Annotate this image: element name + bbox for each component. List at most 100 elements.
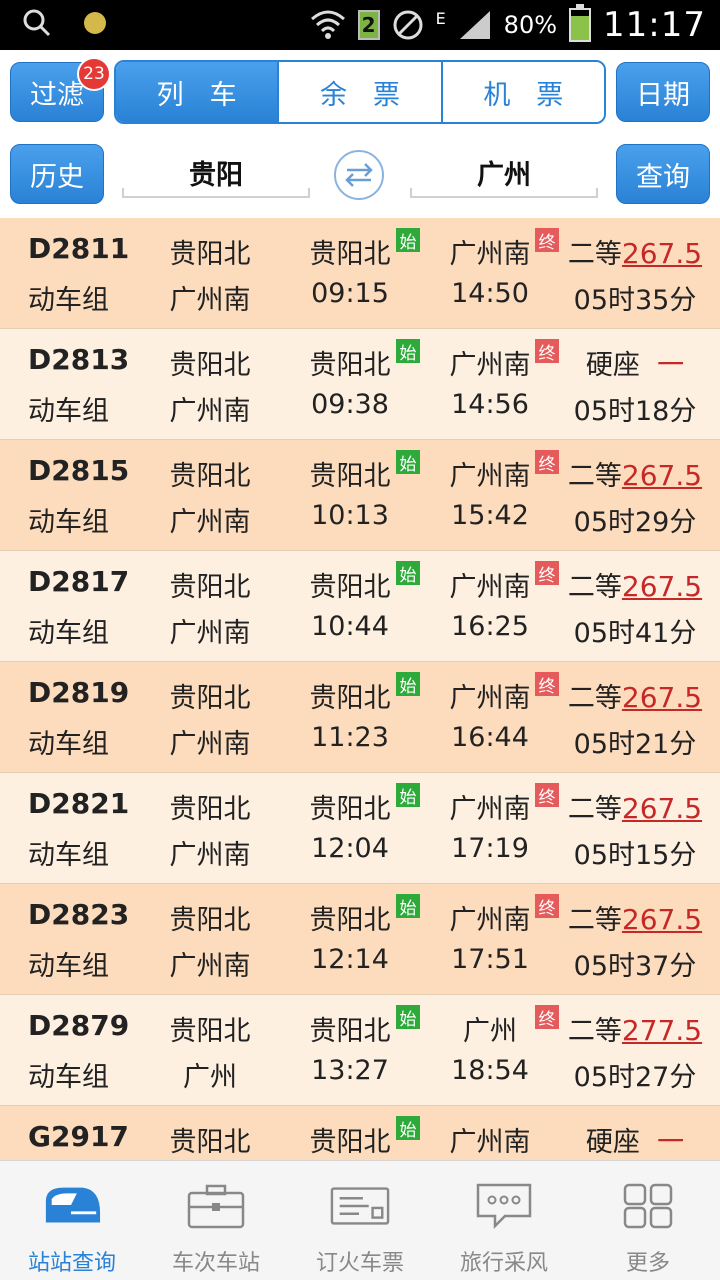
nav-label: 站站查询	[27, 1251, 116, 1276]
tab-flights[interactable]: 机票	[440, 62, 604, 122]
ticket-price[interactable]: 267.5	[622, 459, 702, 492]
seat-class: 硬座	[585, 350, 640, 381]
train-type: 动车组	[28, 729, 109, 760]
train-row[interactable]: D2879 动车组 贵阳北 广州 贵阳北始 13:27 广州终 18:54 二等277.5 05时…	[0, 995, 720, 1106]
train-code: D2821	[28, 787, 130, 820]
do-not-disturb-icon	[393, 10, 423, 40]
ticket-price[interactable]: 267.5	[622, 903, 702, 936]
nav-station-query[interactable]: 站站查询	[0, 1161, 144, 1280]
travel-duration: 05时41分	[573, 618, 697, 649]
nav-label: 旅行采风	[459, 1251, 548, 1276]
terminal-station: 广州南	[169, 729, 251, 760]
departure-station: 贵阳北	[309, 905, 391, 936]
train-icon	[45, 1187, 101, 1223]
history-button[interactable]: 历史	[10, 144, 104, 204]
search-icon	[23, 9, 51, 37]
arrival-time: 14:56	[451, 389, 529, 420]
start-station-tag: 始	[396, 339, 420, 364]
clock: 11:17	[603, 5, 706, 45]
terminal-station: 广州南	[169, 618, 251, 649]
seat-class: 二等	[567, 572, 622, 603]
ticket-price[interactable]: 277.5	[622, 1014, 702, 1047]
ticket-price[interactable]: 267.5	[622, 570, 702, 603]
train-row[interactable]: G2917 贵阳北 贵阳北始广州南 硬座 一	[0, 1106, 720, 1160]
ticket-price[interactable]: 267.5	[622, 681, 702, 714]
to-station-input[interactable]: 广州	[410, 148, 598, 198]
ticket-price[interactable]: 一	[657, 350, 684, 381]
battery-icon	[569, 4, 592, 42]
end-station-tag: 终	[535, 228, 559, 253]
status-bar: 2 E 80% 11:17	[0, 0, 720, 50]
origin-station: 贵阳北	[169, 1016, 251, 1047]
nav-travel-collect[interactable]: 旅行采风	[432, 1161, 576, 1280]
origin-station: 贵阳北	[169, 350, 251, 381]
arrival-time: 16:44	[451, 722, 529, 753]
filter-count-badge: 23	[77, 57, 111, 91]
terminal-station: 广州南	[169, 396, 251, 427]
origin-station: 贵阳北	[169, 239, 251, 270]
swap-stations-button[interactable]	[334, 150, 384, 200]
origin-station: 贵阳北	[169, 905, 251, 936]
filter-button[interactable]: 过滤 23	[10, 57, 111, 122]
arrival-time: 14:50	[451, 278, 529, 309]
from-station-input[interactable]: 贵阳	[122, 148, 310, 198]
tab-remaining-tickets[interactable]: 余票	[277, 62, 441, 122]
terminal-station: 广州	[183, 1062, 237, 1093]
arrival-station: 广州南	[449, 461, 531, 492]
seat-class: 二等	[567, 461, 622, 492]
start-station-tag: 始	[396, 561, 420, 586]
network-type: E	[435, 8, 446, 28]
arrival-time: 17:51	[451, 944, 529, 975]
arrival-time: 18:54	[451, 1055, 529, 1086]
start-station-tag: 始	[396, 672, 420, 697]
tab-train[interactable]: 列车	[116, 62, 278, 122]
arrival-station: 广州南	[449, 683, 531, 714]
start-station-tag: 始	[396, 1116, 420, 1141]
travel-duration: 05时27分	[573, 1062, 697, 1093]
nav-book-ticket[interactable]: 订火车票	[288, 1161, 432, 1280]
train-row[interactable]: D2813 动车组 贵阳北 广州南 贵阳北始 09:38 广州南终 14:56 硬座 一 05时1…	[0, 329, 720, 440]
departure-time: 12:04	[311, 833, 389, 864]
notification-dot-icon	[84, 12, 106, 34]
signal-icon	[459, 11, 490, 39]
arrival-station: 广州南	[449, 350, 531, 381]
train-row[interactable]: D2811 动车组 贵阳北 广州南 贵阳北始 09:15 广州南终 14:50 二等267.5 0…	[0, 218, 720, 329]
seat-price: 二等277.5	[560, 1009, 710, 1048]
ticket-price[interactable]: 一	[657, 1127, 684, 1158]
nav-train-station[interactable]: 车次车站	[144, 1161, 288, 1280]
nav-more[interactable]: 更多	[576, 1161, 720, 1280]
arrival-station: 广州南	[449, 239, 531, 270]
train-row[interactable]: D2817 动车组 贵阳北 广州南 贵阳北始 10:44 广州南终 16:25 二等267.5 0…	[0, 551, 720, 662]
start-station-tag: 始	[396, 783, 420, 808]
train-row[interactable]: D2815 动车组 贵阳北 广州南 贵阳北始 10:13 广州南终 15:42 二等267.5 0…	[0, 440, 720, 551]
arrival-station: 广州南	[449, 572, 531, 603]
seat-class: 二等	[567, 683, 622, 714]
battery-percent: 80%	[503, 11, 558, 39]
ticket-price[interactable]: 267.5	[622, 237, 702, 270]
travel-duration: 05时29分	[573, 507, 697, 538]
seat-price: 二等267.5	[560, 232, 710, 271]
departure-time: 10:13	[311, 500, 389, 531]
ticket-price[interactable]: 267.5	[622, 792, 702, 825]
train-code: D2823	[28, 898, 130, 931]
departure-station: 贵阳北	[309, 683, 391, 714]
swap-icon	[345, 163, 373, 187]
departure-station: 贵阳北	[309, 461, 391, 492]
train-list[interactable]: D2811 动车组 贵阳北 广州南 贵阳北始 09:15 广州南终 14:50 二等267.5 0…	[0, 218, 720, 1160]
start-station-tag: 始	[396, 228, 420, 253]
query-button[interactable]: 查询	[616, 144, 710, 204]
seat-class: 硬座	[585, 1127, 640, 1158]
wifi-icon	[310, 10, 345, 39]
end-station-tag: 终	[535, 672, 559, 697]
train-row[interactable]: D2823 动车组 贵阳北 广州南 贵阳北始 12:14 广州南终 17:51 二等267.5 0…	[0, 884, 720, 995]
train-row[interactable]: D2819 动车组 贵阳北 广州南 贵阳北始 11:23 广州南终 16:44 二等267.5 0…	[0, 662, 720, 773]
origin-station: 贵阳北	[169, 461, 251, 492]
date-button[interactable]: 日期	[616, 62, 710, 122]
train-row[interactable]: D2821 动车组 贵阳北 广州南 贵阳北始 12:04 广州南终 17:19 二等267.5 0…	[0, 773, 720, 884]
arrival-station: 广州南	[449, 1127, 531, 1158]
train-type: 动车组	[28, 285, 109, 316]
start-station-tag: 始	[396, 450, 420, 475]
briefcase-icon	[187, 1184, 245, 1229]
seat-price: 二等267.5	[560, 787, 710, 826]
terminal-station: 广州南	[169, 840, 251, 871]
